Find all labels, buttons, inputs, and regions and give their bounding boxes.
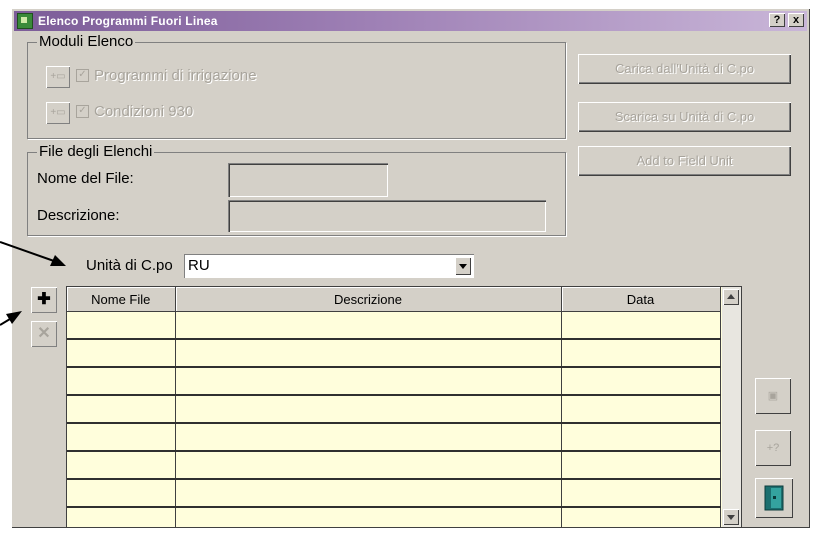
scroll-up-button[interactable] — [723, 289, 739, 305]
modulo-condizioni-label: Condizioni 930 — [94, 103, 194, 120]
exit-button[interactable] — [755, 478, 793, 518]
scroll-down-button[interactable] — [723, 509, 739, 525]
table-cell[interactable] — [175, 479, 562, 508]
plus-icon: ✚ — [37, 291, 51, 308]
table-cell[interactable] — [67, 507, 176, 527]
modulo-condizioni-checkbox[interactable]: ✓ — [76, 105, 89, 118]
question-icon: +? — [766, 442, 780, 454]
table-cell[interactable] — [175, 423, 562, 452]
floppy-disk-icon: ▣ — [767, 390, 779, 402]
descrizione-field[interactable] — [228, 200, 546, 232]
table-cell[interactable] — [561, 451, 721, 480]
table-cell[interactable] — [67, 423, 176, 452]
table-row[interactable] — [67, 311, 721, 340]
table-cell[interactable] — [561, 507, 721, 527]
nome-file-label: Nome del File: — [37, 170, 134, 187]
descrizione-label: Descrizione: — [37, 207, 120, 224]
table-header-row: Nome File Descrizione Data — [67, 287, 721, 312]
table-cell[interactable] — [175, 507, 562, 527]
moduli-elenco-legend: Moduli Elenco — [37, 33, 136, 50]
column-descrizione[interactable]: Descrizione — [175, 287, 562, 312]
unita-selected-value: RU — [188, 257, 210, 274]
table-row[interactable] — [67, 451, 721, 480]
app-icon — [17, 13, 33, 29]
table-cell[interactable] — [561, 423, 721, 452]
table-row[interactable] — [67, 395, 721, 424]
nome-file-field[interactable] — [228, 163, 388, 197]
table-row[interactable] — [67, 507, 721, 527]
help-title-button[interactable]: ? — [769, 13, 785, 27]
table-cell[interactable] — [561, 339, 721, 368]
save-button[interactable]: ▣ — [755, 378, 791, 414]
table-row[interactable] — [67, 423, 721, 452]
table-cell[interactable] — [561, 367, 721, 396]
table-cell[interactable] — [175, 367, 562, 396]
add-row-button[interactable]: ✚ — [31, 287, 57, 313]
table-cell[interactable] — [561, 311, 721, 340]
exit-door-icon — [764, 485, 784, 511]
table-cell[interactable] — [67, 311, 176, 340]
table-cell[interactable] — [561, 479, 721, 508]
moduli-elenco-group: Moduli Elenco — [27, 33, 566, 139]
table-cell[interactable] — [561, 395, 721, 424]
modulo-irrigazione-checkbox[interactable]: ✓ — [76, 69, 89, 82]
modulo-irrigazione-label: Programmi di irrigazione — [94, 67, 257, 84]
carica-unita-button[interactable]: Carica dall'Unità di C.po — [578, 54, 791, 84]
unita-label: Unità di C.po — [86, 257, 173, 274]
table-row[interactable] — [67, 339, 721, 368]
vertical-scrollbar[interactable] — [722, 287, 741, 527]
table-row[interactable] — [67, 367, 721, 396]
chevron-down-icon[interactable] — [455, 257, 471, 275]
table-cell[interactable] — [175, 451, 562, 480]
close-button[interactable]: x — [788, 13, 804, 27]
x-icon: ✕ — [37, 325, 51, 342]
table-row[interactable] — [67, 479, 721, 508]
column-nome-file[interactable]: Nome File — [67, 287, 176, 312]
table-cell[interactable] — [175, 339, 562, 368]
table-cell[interactable] — [67, 367, 176, 396]
table-cell[interactable] — [175, 311, 562, 340]
modulo-condizioni-open-button[interactable]: +▭ — [46, 102, 70, 124]
table-cell[interactable] — [67, 339, 176, 368]
unita-combobox[interactable]: RU — [184, 254, 474, 278]
table-cell[interactable] — [67, 479, 176, 508]
modulo-irrigazione-open-button[interactable]: +▭ — [46, 66, 70, 88]
column-data[interactable]: Data — [561, 287, 721, 312]
files-table: Nome File Descrizione Data — [67, 287, 721, 527]
scarica-unita-button[interactable]: Scarica su Unità di C.po — [578, 102, 791, 132]
help-button[interactable]: +? — [755, 430, 791, 466]
table-cell[interactable] — [175, 395, 562, 424]
files-grid[interactable]: Nome File Descrizione Data — [66, 286, 742, 528]
delete-row-button[interactable]: ✕ — [31, 321, 57, 347]
table-cell[interactable] — [67, 451, 176, 480]
table-cell[interactable] — [67, 395, 176, 424]
window-title: Elenco Programmi Fuori Linea — [38, 14, 218, 28]
add-to-field-unit-button[interactable]: Add to Field Unit — [578, 146, 791, 176]
title-bar[interactable]: Elenco Programmi Fuori Linea ? x — [14, 11, 807, 31]
file-elenchi-legend: File degli Elenchi — [37, 143, 155, 160]
